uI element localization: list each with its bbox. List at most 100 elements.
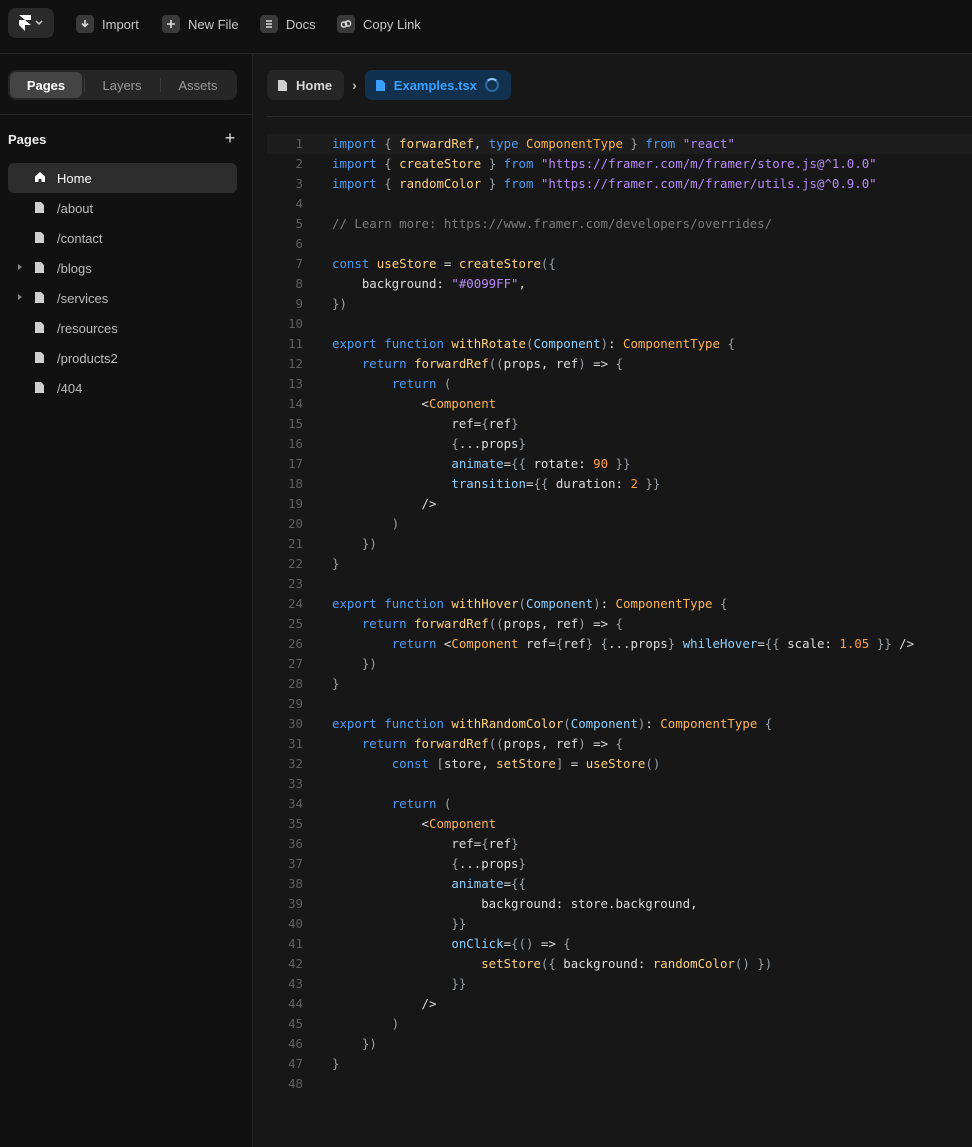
code-line[interactable]: 23 (267, 574, 972, 594)
code-text: ref={ref} (332, 416, 519, 431)
page-item[interactable]: /services (8, 283, 237, 313)
code-line[interactable]: 11 export function withRotate(Component):… (267, 334, 972, 354)
code-line[interactable]: 48 (267, 1074, 972, 1094)
import-button[interactable]: Import (76, 14, 139, 34)
code-line[interactable]: 28} (267, 674, 972, 694)
code-line[interactable]: 29 (267, 694, 972, 714)
code-line[interactable]: 39 background: store.background, (267, 894, 972, 914)
code-line[interactable]: 9}) (267, 294, 972, 314)
code-text: /> (332, 496, 437, 511)
code-text: /> (332, 996, 437, 1011)
code-line[interactable]: 20 ) (267, 514, 972, 534)
code-line[interactable]: 32 const [store, setStore] = useStore() (267, 754, 972, 774)
tab-divider (160, 78, 161, 92)
line-number: 24 (288, 596, 303, 611)
code-line[interactable]: 7 const useStore = createStore({ (267, 254, 972, 274)
line-number: 5 (295, 216, 303, 231)
code-line[interactable]: 18 transition={{ duration: 2 }} (267, 474, 972, 494)
code-line[interactable]: 12 return forwardRef((props, ref) => { (267, 354, 972, 374)
code-line[interactable]: 16 {...props} (267, 434, 972, 454)
page-item[interactable]: /products2 (8, 343, 237, 373)
code-line[interactable]: 15 ref={ref} (267, 414, 972, 434)
code-editor[interactable]: 1 import { forwardRef, type ComponentType… (267, 134, 972, 1094)
framer-menu-button[interactable] (8, 8, 54, 38)
code-line[interactable]: 22} (267, 554, 972, 574)
docs-button[interactable]: Docs (260, 14, 316, 34)
code-line[interactable]: 34 return ( (267, 794, 972, 814)
code-line[interactable]: 13 return ( (267, 374, 972, 394)
page-item[interactable]: /about (8, 193, 237, 223)
line-number: 21 (288, 536, 303, 551)
code-line[interactable]: 38 animate={{ (267, 874, 972, 894)
code-line[interactable]: 46 }) (267, 1034, 972, 1054)
page-item[interactable]: /blogs (8, 253, 237, 283)
code-line[interactable]: 19 /> (267, 494, 972, 514)
breadcrumb-file-label: Examples.tsx (393, 77, 477, 93)
line-number: 45 (288, 1016, 303, 1031)
add-page-button[interactable]: + (222, 129, 238, 147)
line-number: 30 (288, 716, 303, 731)
code-line[interactable]: 3 import { randomColor } from "https://fr… (267, 174, 972, 194)
code-line[interactable]: 24 export function withHover(Component): … (267, 594, 972, 614)
code-line[interactable]: 42 setStore({ background: randomColor() … (267, 954, 972, 974)
code-text: // Learn more: https://www.framer.com/de… (332, 216, 773, 231)
breadcrumb-home[interactable]: Home (267, 70, 345, 100)
line-number: 17 (288, 456, 303, 471)
code-line[interactable]: 47} (267, 1054, 972, 1074)
code-line[interactable]: 6 (267, 234, 972, 254)
code-line[interactable]: 14 <Component (267, 394, 972, 414)
code-line[interactable]: 33 (267, 774, 972, 794)
line-number: 1 (295, 136, 303, 151)
expand-chevron-icon[interactable] (18, 294, 22, 300)
pages-section-title: Pages (8, 132, 47, 147)
code-line[interactable]: 30 export function withRandomColor(Compon… (267, 714, 972, 734)
code-line[interactable]: 1 import { forwardRef, type ComponentType… (267, 134, 972, 154)
expand-chevron-icon[interactable] (18, 264, 22, 270)
code-line[interactable]: 35 <Component (267, 814, 972, 834)
new-file-button[interactable]: New File (162, 14, 239, 34)
code-line[interactable]: 10 (267, 314, 972, 334)
copy-link-button[interactable]: Copy Link (337, 14, 421, 34)
page-icon (34, 321, 45, 337)
page-item[interactable]: /contact (8, 223, 237, 253)
code-line[interactable]: 4 (267, 194, 972, 214)
code-line[interactable]: 25 return forwardRef((props, ref) => { (267, 614, 972, 634)
code-text: ) (391, 516, 400, 531)
page-item[interactable]: /404 (8, 373, 237, 403)
page-item-label: /about (57, 201, 94, 216)
line-number: 12 (288, 356, 303, 371)
editor-divider (267, 116, 972, 117)
line-number: 37 (288, 856, 303, 871)
code-line[interactable]: 8 background: "#0099FF", (267, 274, 972, 294)
code-line[interactable]: 41 onClick={() => { (267, 934, 972, 954)
tab-assets[interactable]: Assets (162, 72, 234, 98)
code-line[interactable]: 2 import { createStore } from "https://fr… (267, 154, 972, 174)
breadcrumb-file[interactable]: Examples.tsx (364, 70, 511, 100)
code-line[interactable]: 5 // Learn more: https://www.framer.com/d… (267, 214, 972, 234)
line-number: 19 (288, 496, 303, 511)
code-line[interactable]: 43 }} (267, 974, 972, 994)
code-line[interactable]: 21 }) (267, 534, 972, 554)
line-number: 26 (288, 636, 303, 651)
code-text: }} (451, 976, 467, 991)
page-item[interactable]: /resources (8, 313, 237, 343)
code-line[interactable]: 45 ) (267, 1014, 972, 1034)
tab-pages[interactable]: Pages (10, 72, 82, 98)
line-number: 18 (288, 476, 303, 491)
code-line[interactable]: 36 ref={ref} (267, 834, 972, 854)
code-line[interactable]: 31 return forwardRef((props, ref) => { (267, 734, 972, 754)
code-line[interactable]: 27 }) (267, 654, 972, 674)
code-line[interactable]: 44 /> (267, 994, 972, 1014)
code-text: setStore({ background: randomColor() }) (481, 956, 773, 971)
tab-layers[interactable]: Layers (86, 72, 158, 98)
line-number: 28 (288, 676, 303, 691)
home-icon (34, 171, 46, 186)
code-line[interactable]: 17 animate={{ rotate: 90 }} (267, 454, 972, 474)
code-line[interactable]: 37 {...props} (267, 854, 972, 874)
code-line[interactable]: 40 }} (267, 914, 972, 934)
code-text: return forwardRef((props, ref) => { (361, 616, 624, 631)
line-number: 43 (288, 976, 303, 991)
line-number: 29 (288, 696, 303, 711)
page-item[interactable]: Home (8, 163, 237, 193)
code-line[interactable]: 26 return <Component ref={ref} {...props… (267, 634, 972, 654)
